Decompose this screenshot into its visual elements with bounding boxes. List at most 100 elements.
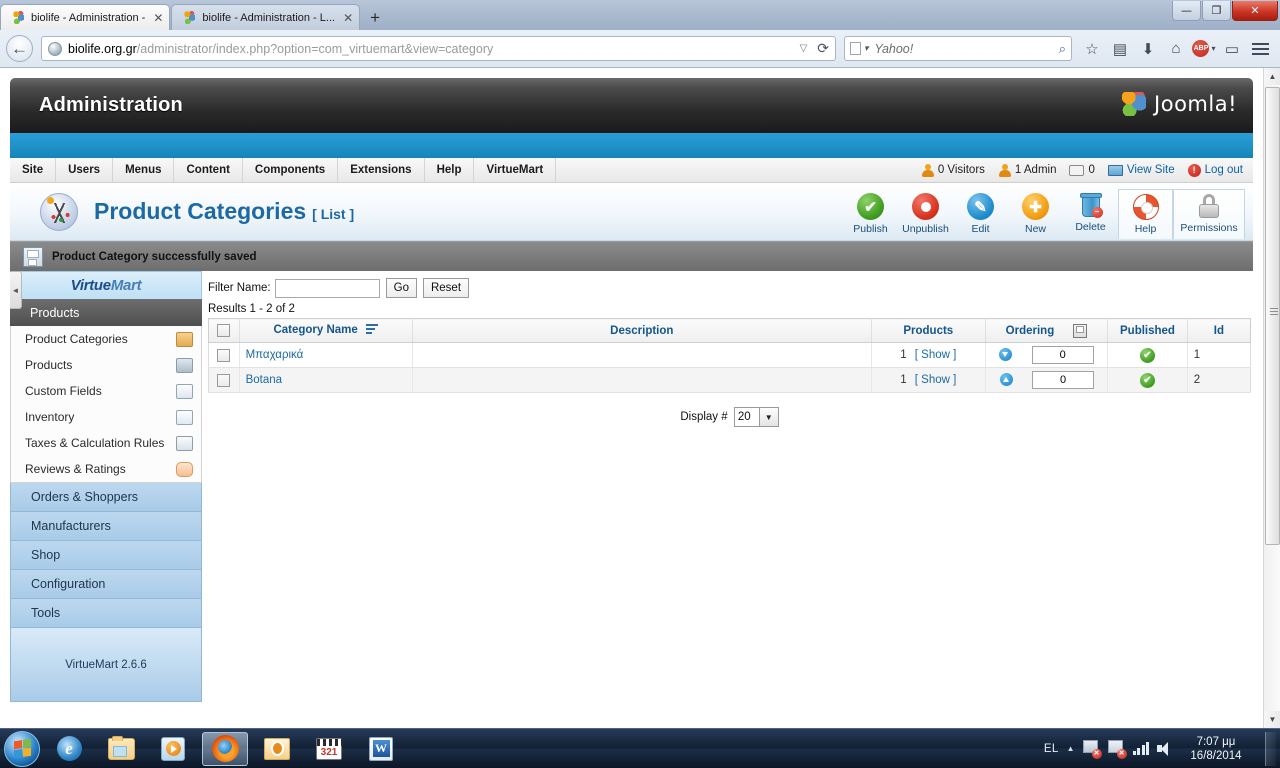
logout-link[interactable]: ! Log out: [1187, 163, 1243, 177]
sidebar-section-products[interactable]: Products: [10, 299, 202, 326]
menu-item-components[interactable]: Components: [243, 158, 339, 182]
network-error-icon[interactable]: ✕: [1082, 740, 1102, 759]
taskbar-item-firefox[interactable]: [202, 731, 248, 766]
unpublish-button[interactable]: Unpublish: [898, 189, 953, 239]
menu-icon[interactable]: [1246, 35, 1274, 63]
sidebar-item-manufacturers[interactable]: Manufacturers: [10, 512, 202, 541]
published-check-icon[interactable]: ✔: [1139, 347, 1155, 363]
new-button[interactable]: ✚ New: [1008, 189, 1063, 239]
show-desktop-button[interactable]: [1265, 731, 1276, 766]
messages-count[interactable]: 0: [1069, 164, 1095, 176]
published-check-icon[interactable]: ✔: [1139, 372, 1155, 388]
reset-button[interactable]: Reset: [422, 278, 470, 298]
view-site-link[interactable]: View Site: [1107, 164, 1175, 176]
tab-close-icon[interactable]: ✕: [153, 12, 163, 24]
sidebar-item-taxes[interactable]: Taxes & Calculation Rules: [11, 430, 201, 456]
display-count-select[interactable]: 20 ▼: [733, 407, 779, 427]
category-name-link[interactable]: Μπαχαρικά: [246, 349, 304, 361]
taskbar-item-microsoft-word[interactable]: W: [358, 732, 404, 766]
scroll-up-icon[interactable]: ▲: [1264, 68, 1280, 85]
close-window-button[interactable]: ✕: [1232, 1, 1278, 21]
sidebar-item-reviews[interactable]: Reviews & Ratings: [11, 456, 201, 482]
sidebar-collapse-button[interactable]: ◄: [10, 271, 22, 309]
row-select-cell: [208, 367, 240, 393]
taskbar-item-windows-explorer[interactable]: [98, 732, 144, 766]
column-category-name[interactable]: Category Name: [239, 318, 413, 343]
search-input[interactable]: ▾ Yahoo! ⌕: [844, 36, 1072, 61]
menu-item-help[interactable]: Help: [425, 158, 475, 182]
row-checkbox[interactable]: [217, 348, 231, 362]
chevron-down-icon[interactable]: ▼: [758, 408, 778, 426]
language-indicator[interactable]: EL: [1044, 743, 1059, 755]
panel-icon[interactable]: ▭: [1218, 35, 1246, 63]
sidebar-item-shop[interactable]: Shop: [10, 541, 202, 570]
publish-button[interactable]: ✔ Publish: [843, 189, 898, 239]
search-icon[interactable]: ⌕: [1059, 41, 1066, 57]
move-down-icon[interactable]: [999, 348, 1013, 362]
menu-item-content[interactable]: Content: [174, 158, 243, 182]
column-published[interactable]: Published: [1107, 318, 1188, 343]
action-center-error-icon[interactable]: ✕: [1107, 740, 1127, 759]
save-ordering-icon[interactable]: [1073, 323, 1088, 338]
column-products[interactable]: Products: [871, 318, 986, 343]
scrollbar-thumb[interactable]: [1265, 87, 1280, 545]
products-show-link[interactable]: [ Show ]: [915, 374, 957, 386]
column-description[interactable]: Description: [412, 318, 872, 343]
home-icon[interactable]: ⌂: [1162, 35, 1190, 63]
taskbar-item-windows-media-player[interactable]: [150, 732, 196, 766]
signal-bars-icon[interactable]: [1132, 742, 1149, 755]
show-hidden-icons-icon[interactable]: ▲: [1067, 744, 1075, 753]
tab-close-icon[interactable]: ✕: [343, 12, 353, 24]
ordering-input[interactable]: [1031, 346, 1094, 364]
scroll-down-icon[interactable]: ▼: [1264, 711, 1280, 728]
category-name-link[interactable]: Botana: [246, 374, 282, 386]
volume-icon[interactable]: [1157, 741, 1173, 756]
reload-icon[interactable]: ⟳: [817, 40, 829, 57]
chevron-down-icon[interactable]: ▾: [1211, 44, 1215, 53]
clock[interactable]: 7:07 μμ 16/8/2014: [1181, 735, 1251, 763]
downloads-icon[interactable]: ⬇: [1134, 35, 1162, 63]
products-show-link[interactable]: [ Show ]: [915, 349, 957, 361]
sidebar-item-configuration[interactable]: Configuration: [10, 570, 202, 599]
sidebar-item-orders-shoppers[interactable]: Orders & Shoppers: [10, 483, 202, 512]
move-up-icon[interactable]: [999, 373, 1013, 387]
minimize-button[interactable]: —: [1172, 1, 1201, 21]
menu-item-site[interactable]: Site: [10, 158, 57, 182]
select-all-checkbox[interactable]: [217, 324, 231, 337]
sidebar-item-product-categories[interactable]: Product Categories: [11, 326, 201, 352]
bookmark-star-icon[interactable]: ☆: [1078, 35, 1106, 63]
back-button[interactable]: ←: [6, 35, 33, 62]
chevron-down-icon[interactable]: ▽: [800, 43, 808, 54]
page-scrollbar[interactable]: ▲ ▼: [1263, 68, 1280, 728]
taskbar-item-internet-explorer[interactable]: e: [46, 732, 92, 766]
delete-button[interactable]: – Delete: [1063, 189, 1118, 239]
edit-button[interactable]: ✎ Edit: [953, 189, 1008, 239]
address-bar[interactable]: biolife.org.gr/administrator/index.php?o…: [41, 36, 836, 61]
menu-item-users[interactable]: Users: [56, 158, 114, 182]
go-button[interactable]: Go: [385, 278, 417, 298]
menu-item-virtuemart[interactable]: VirtueMart: [474, 158, 557, 182]
taskbar-item-codec-321[interactable]: 321: [306, 732, 352, 766]
row-checkbox[interactable]: [217, 373, 231, 387]
maximize-button[interactable]: ❐: [1202, 1, 1231, 21]
windows-start-orb[interactable]: [4, 730, 40, 767]
browser-tab-2[interactable]: biolife - Administration - L... ✕: [171, 4, 361, 30]
sidebar-item-inventory[interactable]: Inventory: [11, 404, 201, 430]
column-ordering[interactable]: Ordering: [985, 318, 1109, 343]
filter-name-input[interactable]: [274, 278, 380, 298]
chevron-down-icon[interactable]: ▾: [864, 43, 869, 54]
column-id[interactable]: Id: [1187, 318, 1252, 343]
menu-item-extensions[interactable]: Extensions: [338, 158, 425, 182]
sidebar-item-custom-fields[interactable]: Custom Fields: [11, 378, 201, 404]
ordering-input[interactable]: [1032, 371, 1095, 389]
adblock-icon[interactable]: ABP ▾: [1190, 35, 1218, 63]
permissions-button[interactable]: Permissions: [1173, 189, 1245, 239]
sidebar-item-tools[interactable]: Tools: [10, 599, 202, 628]
help-button[interactable]: Help: [1118, 189, 1173, 239]
new-tab-button[interactable]: +: [361, 6, 389, 30]
taskbar-item-outlook[interactable]: [254, 732, 300, 766]
sidebar-item-products[interactable]: Products: [11, 352, 201, 378]
menu-item-menus[interactable]: Menus: [113, 158, 175, 182]
reading-list-icon[interactable]: ▤: [1106, 35, 1134, 63]
browser-tab-1[interactable]: biolife - Administration - ✕: [0, 4, 171, 30]
